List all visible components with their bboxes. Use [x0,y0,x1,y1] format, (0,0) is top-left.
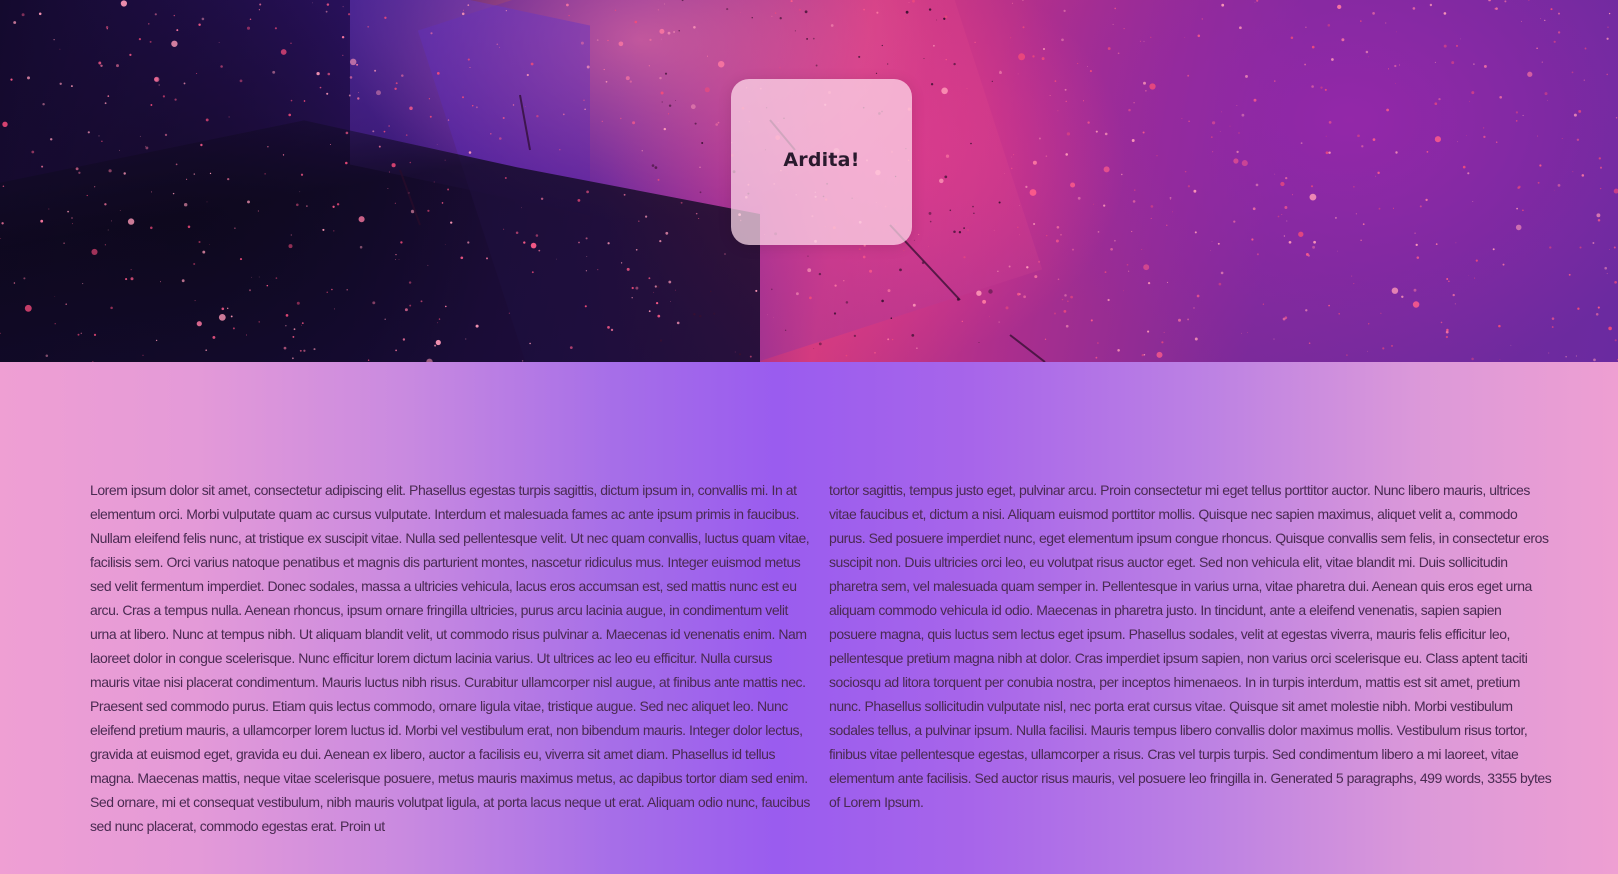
text-column-right: tortor sagittis, tempus justo eget, pulv… [829,482,1552,810]
text-columns: Lorem ipsum dolor sit amet, consectetur … [90,478,1552,838]
text-column-left: Lorem ipsum dolor sit amet, consectetur … [90,482,810,834]
brand-name: Ardita! [783,149,860,171]
brand-card[interactable]: Ardita! [731,79,912,245]
hero-banner: Ardita! [0,0,1618,362]
main-content: Lorem ipsum dolor sit amet, consectetur … [0,362,1618,874]
